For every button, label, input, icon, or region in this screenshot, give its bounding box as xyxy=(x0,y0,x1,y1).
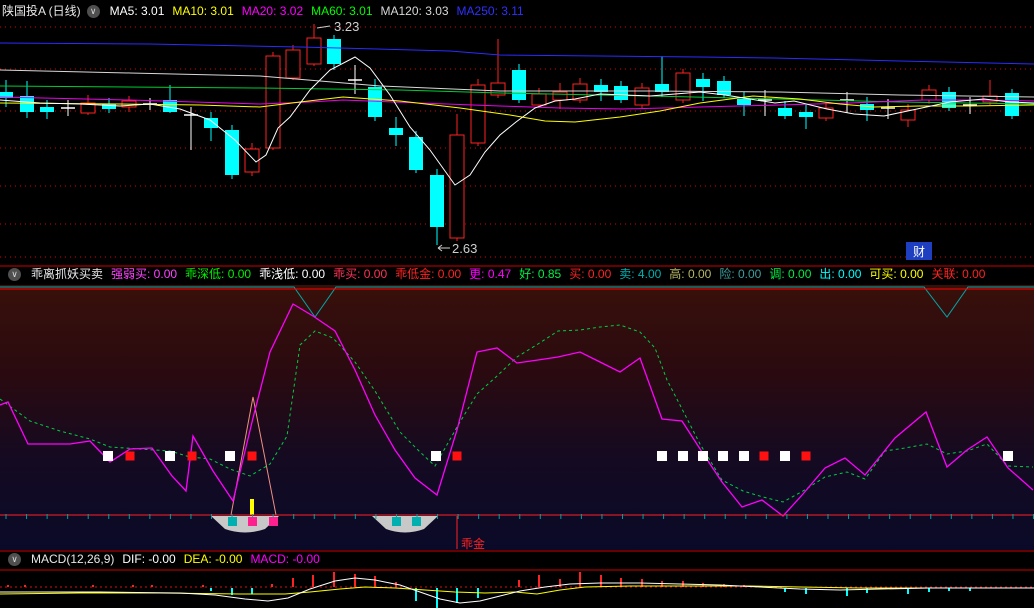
white-signal-square xyxy=(431,451,441,461)
candle-up xyxy=(675,72,691,101)
candle-up xyxy=(306,37,322,65)
indicator-readout: 好: 0.85 xyxy=(519,267,562,281)
candle-down xyxy=(430,175,444,227)
dif-line xyxy=(0,577,1034,604)
candle-down xyxy=(717,81,731,95)
indicator-readout: 出: 0.00 xyxy=(819,267,862,281)
candle-up xyxy=(285,49,301,79)
chevron-down-icon[interactable]: ∨ xyxy=(8,552,21,566)
white-signal-square xyxy=(739,451,749,461)
candle-down xyxy=(696,79,710,87)
indicator-readout: 高: 0.00 xyxy=(669,267,712,281)
candle-up xyxy=(265,55,281,149)
macd-readout: DIF: -0.00 xyxy=(122,552,176,566)
indicator-readout: 乖深低: 0.00 xyxy=(185,267,252,281)
gold-mark-label: 乖金 xyxy=(461,536,485,551)
macd-readout: DEA: -0.00 xyxy=(183,552,243,566)
candle-up xyxy=(449,134,465,239)
white-signal-square xyxy=(225,451,235,461)
pink-pond-marker xyxy=(248,517,257,526)
teal-pond-marker xyxy=(412,517,421,526)
ma-readout: MA20: 3.02 xyxy=(241,4,304,18)
finance-tab-label[interactable]: 财 xyxy=(913,245,925,259)
indicator-title: 乖离抓妖买卖 xyxy=(31,267,104,281)
candle-up xyxy=(531,93,547,106)
candle-down xyxy=(368,87,382,117)
candle-up xyxy=(552,91,568,101)
white-signal-square xyxy=(657,451,667,461)
ma-readout: MA60: 3.01 xyxy=(311,4,373,18)
indicator-readout: 关联: 0.00 xyxy=(931,267,986,281)
candle-down xyxy=(799,112,813,117)
ma-readout: MA5: 3.01 xyxy=(109,4,165,18)
chevron-down-icon[interactable]: ∨ xyxy=(8,267,21,281)
candle-down xyxy=(204,118,218,128)
yellow-signal-bar xyxy=(250,499,254,515)
candle-down xyxy=(614,86,628,100)
candle-down xyxy=(389,128,403,135)
main-chart-header: 陕国投A (日线) ∨ MA5: 3.01 MA10: 3.01 MA20: 3… xyxy=(2,3,524,19)
red-signal-square xyxy=(187,451,197,461)
white-signal-square xyxy=(165,451,175,461)
chevron-down-icon[interactable]: ∨ xyxy=(86,4,100,18)
candle-down xyxy=(737,99,751,105)
high-annotation-label: 3.23 xyxy=(334,19,359,34)
high-annotation-arrow xyxy=(316,25,331,29)
candle-down xyxy=(40,107,54,112)
macd-readout: MACD: -0.00 xyxy=(250,552,320,566)
red-signal-square xyxy=(452,451,462,461)
red-signal-square xyxy=(247,451,257,461)
ma-readout: MA250: 3.11 xyxy=(456,4,524,18)
indicator-readout: 乖浅低: 0.00 xyxy=(259,267,326,281)
red-signal-square xyxy=(801,451,811,461)
ma-readout: MA10: 3.01 xyxy=(172,4,234,18)
indicator-readout: 强弱买: 0.00 xyxy=(111,267,178,281)
white-signal-square xyxy=(1003,451,1013,461)
ma-readout: MA120: 3.03 xyxy=(380,4,449,18)
macd-header: ∨ MACD(12,26,9) DIF: -0.00 DEA: -0.00 MA… xyxy=(2,551,320,567)
stock-title: 陕国投A (日线) xyxy=(2,4,81,18)
indicator-panel-background xyxy=(0,285,1034,550)
white-signal-square xyxy=(103,451,113,461)
red-signal-square xyxy=(125,451,135,461)
macd-readout: MACD(12,26,9) xyxy=(31,552,115,566)
ma250-line xyxy=(0,42,1034,65)
indicator-readout: 买: 0.00 xyxy=(569,267,612,281)
indicator-readout: 可买: 0.00 xyxy=(869,267,924,281)
low-annotation-label: 2.63 xyxy=(452,241,477,256)
indicator-readout: 更: 0.47 xyxy=(469,267,512,281)
candle-down xyxy=(225,130,239,175)
indicator-readout: 乖买: 0.00 xyxy=(333,267,388,281)
candle-down xyxy=(512,70,526,100)
red-signal-square xyxy=(759,451,769,461)
indicator-readout: 调: 0.00 xyxy=(769,267,812,281)
indicator-readout: 险: 0.00 xyxy=(719,267,762,281)
teal-pond-marker xyxy=(392,517,401,526)
white-signal-square xyxy=(718,451,728,461)
white-signal-square xyxy=(698,451,708,461)
white-signal-square xyxy=(678,451,688,461)
chart-canvas: 3.23 2.63 财乖金 xyxy=(0,19,1034,608)
candle-down xyxy=(20,96,34,112)
candle-down xyxy=(409,137,423,170)
pink-pond-marker xyxy=(269,517,278,526)
teal-pond-marker xyxy=(228,517,237,526)
indicator-readout: 卖: 4.00 xyxy=(619,267,662,281)
white-signal-square xyxy=(780,451,790,461)
candle-down xyxy=(778,108,792,116)
indicator-header: ∨ 乖离抓妖买卖 强弱买: 0.00 乖深低: 0.00 乖浅低: 0.00 乖… xyxy=(2,266,985,282)
candle-down xyxy=(327,39,341,64)
candle-up xyxy=(470,84,486,144)
indicator-readout: 乖低金: 0.00 xyxy=(395,267,462,281)
